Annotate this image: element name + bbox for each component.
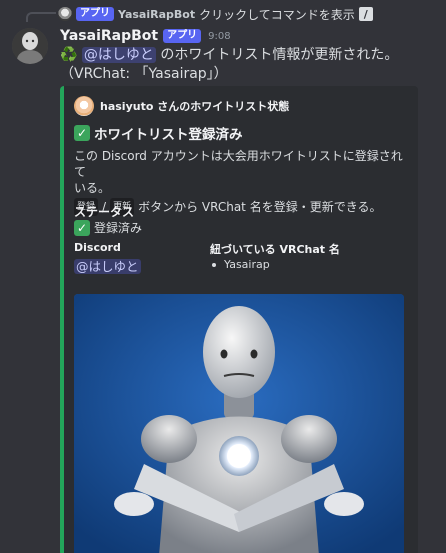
desc-line3: ボタンから VRChat 名を登録・更新できる。 (138, 200, 382, 214)
field-vrchat-value: Yasairap (210, 258, 270, 271)
avatar[interactable] (12, 28, 48, 64)
desc-line1: この Discord アカウントは大会用ホワイトリストに登録されて (74, 149, 403, 179)
field-vrchat-name: 紐づいている VRChat 名 (210, 243, 340, 256)
reply-app-badge: アプリ (76, 7, 114, 21)
vrchat-name-item: Yasairap (224, 258, 270, 271)
embed-author-name: hasiyuto さんのホワイトリスト状態 (100, 100, 290, 113)
message-text-line2: （VRChat: 「Yasairap」） (60, 66, 228, 82)
author-icon (74, 96, 94, 116)
check-icon: ✓ (74, 219, 90, 236)
discord-mention[interactable]: @はしゆと (74, 259, 141, 274)
recycle-icon: ♻️ (60, 47, 78, 63)
embed: hasiyuto さんのホワイトリスト状態 ✓ ホワイトリスト登録済み この D… (60, 86, 418, 553)
message-text: のホワイトリスト情報が更新された。 (155, 47, 399, 63)
desc-line2: いる。 (74, 181, 111, 195)
reply-spine (26, 12, 56, 22)
embed-title-text: ホワイトリスト登録済み (94, 127, 243, 143)
check-icon: ✓ (74, 125, 90, 141)
bullet-icon (212, 262, 216, 267)
app-badge: アプリ (163, 29, 202, 43)
embed-image[interactable] (74, 294, 404, 553)
message-content: ♻️ @はしゆと のホワイトリスト情報が更新された。 （VRChat: 「Yas… (60, 46, 430, 84)
field-status-value: ✓ 登録済み (74, 219, 142, 236)
message-header: YasaiRapBot アプリ 9:08 (60, 28, 231, 44)
status-value-text: 登録済み (94, 221, 143, 235)
embed-title: ✓ ホワイトリスト登録済み (74, 123, 243, 143)
timestamp[interactable]: 9:08 (208, 31, 230, 42)
field-discord-name: Discord (74, 241, 121, 254)
embed-author: hasiyuto さんのホワイトリスト状態 (74, 96, 289, 116)
reply-text[interactable]: クリックしてコマンドを表示 (199, 6, 355, 23)
reply-avatar (58, 7, 72, 21)
reply-reference[interactable]: アプリ YasaiRapBot クリックしてコマンドを表示 / (58, 5, 373, 23)
slash-command-icon: / (358, 7, 373, 21)
robot-illustration (74, 294, 404, 553)
field-discord-value: @はしゆと (74, 256, 141, 275)
reply-username[interactable]: YasaiRapBot (118, 8, 195, 21)
user-mention[interactable]: @はしゆと (81, 47, 156, 63)
field-status-name: ステータス (74, 205, 135, 219)
username[interactable]: YasaiRapBot (60, 28, 158, 44)
